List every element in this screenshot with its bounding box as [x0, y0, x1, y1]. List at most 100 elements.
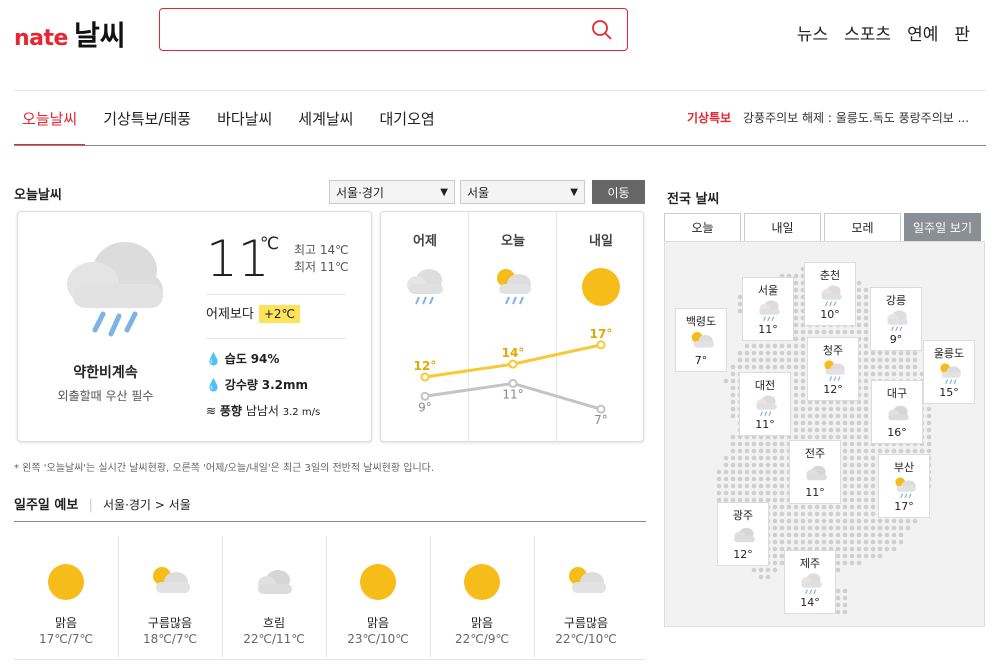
weekly-item[interactable]: 흐림 22℃/11℃: [222, 536, 326, 656]
map-dot: [793, 308, 799, 314]
tab-sea[interactable]: 바다날씨: [209, 100, 280, 146]
map-dot: [793, 392, 799, 398]
chevron-down-icon: ▼: [440, 186, 448, 198]
tab-national-today[interactable]: 오늘: [664, 213, 741, 242]
map-dot: [863, 546, 869, 552]
map-dot: [856, 511, 862, 517]
sun-icon: [464, 564, 500, 600]
map-dot: [835, 518, 841, 524]
map-dot: [870, 476, 876, 482]
city-name: 백령도: [685, 315, 717, 328]
city-tile[interactable]: 제주 14°: [784, 550, 836, 614]
map-dot: [870, 448, 876, 454]
rain-cloud-icon: [67, 242, 163, 337]
city-tile[interactable]: 백령도 7°: [675, 308, 727, 372]
city-tile[interactable]: 울릉도 15°: [923, 340, 975, 404]
tab-national-week[interactable]: 일주일 보기: [904, 213, 981, 242]
map-dot: [870, 364, 876, 370]
map-dot: [842, 595, 848, 601]
map-dot: [856, 413, 862, 419]
map-dot: [723, 469, 729, 475]
nav-sports[interactable]: 스포츠: [844, 20, 891, 45]
brand-logo[interactable]: nate: [14, 26, 68, 51]
map-dot: [800, 392, 806, 398]
map-dot: [849, 420, 855, 426]
city-tile[interactable]: 청주 12°: [807, 337, 859, 401]
map-dot: [870, 350, 876, 356]
city-temp: 7°: [694, 354, 708, 367]
map-dot: [786, 343, 792, 349]
city-tile[interactable]: 대구 16°: [871, 380, 923, 444]
map-dot: [835, 588, 841, 594]
map-dot: [856, 497, 862, 503]
rain-cloud-icon: [887, 310, 908, 332]
map-dot: [765, 574, 771, 580]
map-dot: [835, 427, 841, 433]
city-tile[interactable]: 전주 11°: [789, 440, 841, 504]
map-dot: [730, 434, 736, 440]
map-dot: [863, 322, 869, 328]
map-dot: [800, 539, 806, 545]
map-dot: [856, 504, 862, 510]
tab-air[interactable]: 대기오염: [371, 100, 442, 146]
map-dot: [926, 427, 932, 433]
region-select[interactable]: 서울·경기 ▼: [329, 180, 455, 204]
go-button[interactable]: 이동: [592, 180, 645, 204]
city-tile[interactable]: 대전 11°: [739, 372, 791, 436]
warning-text[interactable]: 강풍주의보 해제 : 울릉도.독도 풍랑주의보 ...: [743, 111, 969, 125]
city-tile[interactable]: 서울 11°: [742, 277, 794, 341]
map-dot: [779, 504, 785, 510]
search-icon[interactable]: [591, 19, 613, 41]
city-select[interactable]: 서울 ▼: [460, 180, 585, 204]
nav-news[interactable]: 뉴스: [797, 20, 828, 45]
cloud-icon: [258, 570, 292, 594]
weather-warning-ticker[interactable]: 기상특보 강풍주의보 해제 : 울릉도.독도 풍랑주의보 ...: [687, 109, 987, 126]
map-dot: [730, 392, 736, 398]
divider: [118, 536, 119, 658]
map-dot: [730, 371, 736, 377]
map-dot: [835, 560, 841, 566]
sun-cloud-rain-icon: [895, 477, 916, 499]
map-dot: [835, 434, 841, 440]
map-dot: [779, 483, 785, 489]
map-dot: [905, 371, 911, 377]
weekly-item[interactable]: 구름많음 22℃/10℃: [534, 536, 638, 656]
map-dot: [800, 532, 806, 538]
city-name: 제주: [799, 557, 821, 570]
city-tile[interactable]: 부산 17°: [878, 454, 930, 518]
city-tile[interactable]: 강릉 9°: [870, 287, 922, 351]
weekly-item[interactable]: 맑음 22℃/9℃: [430, 536, 534, 656]
weekly-item[interactable]: 맑음 23℃/10℃: [326, 536, 430, 656]
map-dot: [870, 497, 876, 503]
tab-today[interactable]: 오늘날씨: [14, 100, 86, 146]
weekly-item[interactable]: 맑음 17℃/7℃: [14, 536, 118, 656]
divider: [14, 659, 646, 660]
nav-entertainment[interactable]: 연예: [907, 20, 938, 45]
tab-world[interactable]: 세계날씨: [290, 100, 361, 146]
map-dot: [884, 350, 890, 356]
nav-pann[interactable]: 판: [954, 20, 970, 45]
search-input[interactable]: [159, 8, 628, 51]
tab-national-tomorrow[interactable]: 내일: [744, 213, 821, 242]
map-dot: [870, 525, 876, 531]
city-temp: 11°: [805, 486, 825, 499]
service-title[interactable]: 날씨: [74, 14, 126, 54]
map-dot: [842, 490, 848, 496]
map-dot: [849, 511, 855, 517]
tab-warning[interactable]: 기상특보/태풍: [95, 100, 199, 146]
logo[interactable]: nate 날씨: [14, 14, 125, 54]
map-dot: [772, 455, 778, 461]
tab-national-dayafter[interactable]: 모레: [824, 213, 901, 242]
map-dot: [786, 511, 792, 517]
map-dot: [737, 462, 743, 468]
map-dot: [730, 364, 736, 370]
map-dot: [758, 567, 764, 573]
map-dot: [912, 448, 918, 454]
city-tile[interactable]: 춘천 10°: [804, 262, 856, 326]
weekly-item[interactable]: 구름많음 18℃/7℃: [118, 536, 222, 656]
map-dot: [807, 427, 813, 433]
map-dot: [870, 371, 876, 377]
map-dot: [856, 434, 862, 440]
city-name: 강릉: [885, 294, 907, 307]
city-tile[interactable]: 광주 12°: [717, 502, 769, 566]
